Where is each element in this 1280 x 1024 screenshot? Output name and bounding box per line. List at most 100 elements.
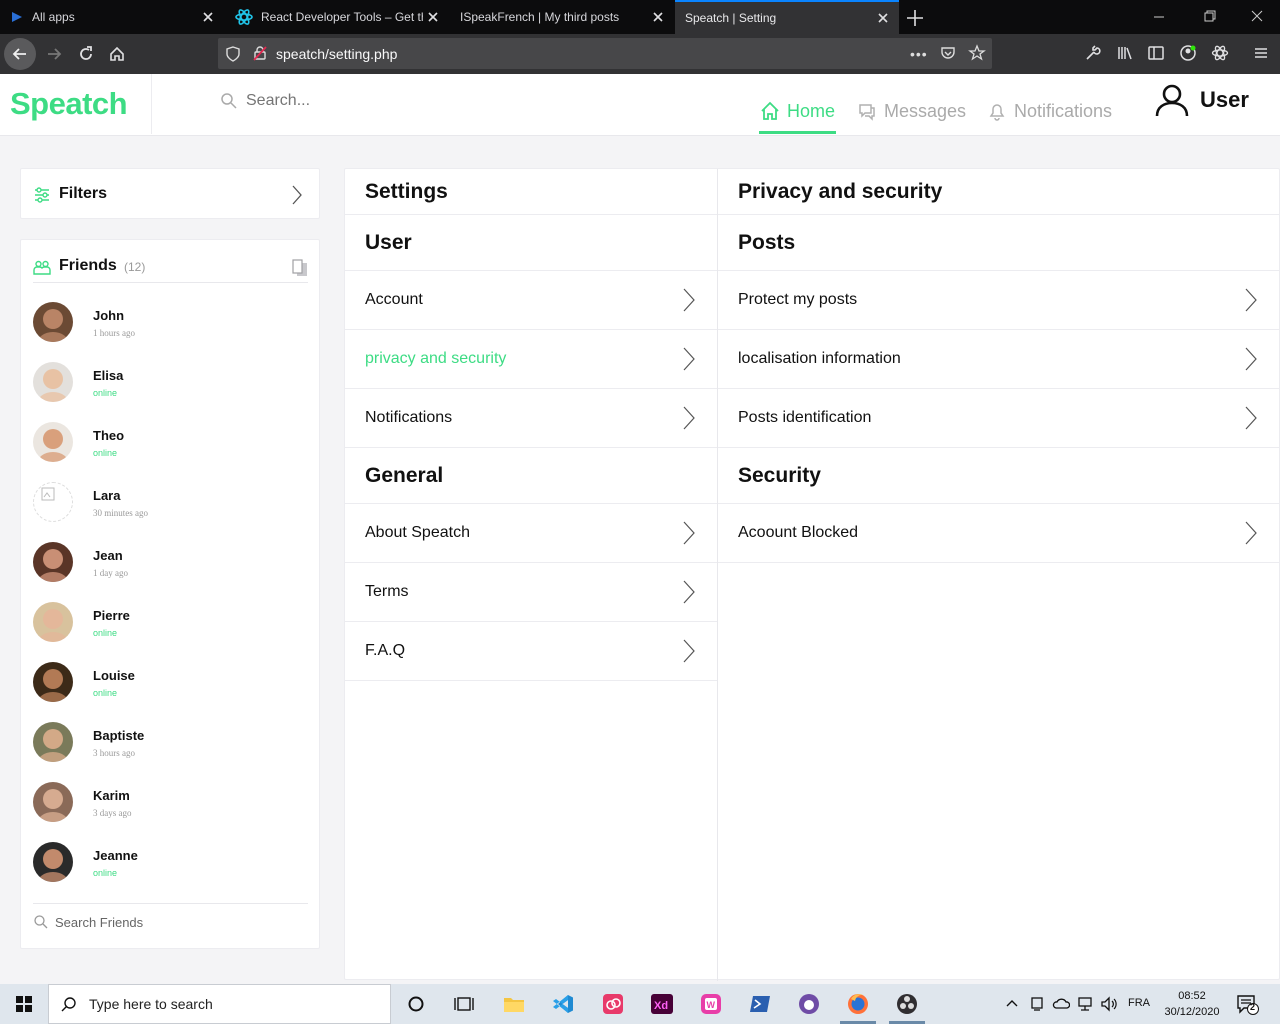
- react-extension-icon[interactable]: [1211, 44, 1229, 62]
- friend-item[interactable]: Jeanne online: [33, 842, 303, 902]
- settings-item-terms[interactable]: Terms: [345, 563, 717, 622]
- insecure-lock-icon[interactable]: [252, 45, 268, 61]
- settings-item-faq[interactable]: F.A.Q: [345, 622, 717, 681]
- settings-item-notifications[interactable]: Notifications: [345, 389, 717, 448]
- account-icon[interactable]: [1179, 44, 1197, 62]
- close-icon[interactable]: [423, 7, 443, 27]
- sidebar-toggle-icon[interactable]: [1147, 44, 1165, 62]
- settings-item-posts-identification[interactable]: Posts identification: [718, 389, 1279, 448]
- friend-name: Pierre: [93, 608, 130, 623]
- copy-icon[interactable]: [291, 259, 309, 277]
- home-icon[interactable]: [103, 40, 131, 68]
- onedrive-icon[interactable]: [1052, 996, 1070, 1010]
- logo[interactable]: Speatch: [10, 86, 128, 122]
- avatar[interactable]: [33, 542, 73, 582]
- window-close-button[interactable]: [1250, 9, 1264, 23]
- settings-item-protect-posts[interactable]: Protect my posts: [718, 271, 1279, 330]
- friend-item[interactable]: Elisa online: [33, 362, 303, 422]
- wamp-icon[interactable]: W: [687, 984, 735, 1024]
- nav-home[interactable]: Home: [759, 100, 835, 122]
- minimize-button[interactable]: [1152, 12, 1166, 22]
- obs-icon[interactable]: [883, 984, 931, 1024]
- friend-item[interactable]: Karim 3 days ago: [33, 782, 303, 842]
- volume-icon[interactable]: [1100, 996, 1118, 1012]
- settings-item-about[interactable]: About Speatch: [345, 504, 717, 563]
- friend-item[interactable]: Jean 1 day ago: [33, 542, 303, 602]
- close-icon[interactable]: [873, 8, 893, 28]
- close-icon[interactable]: [648, 7, 668, 27]
- nav-messages-label: Messages: [884, 100, 967, 121]
- home-icon: [759, 100, 787, 122]
- vscode-icon[interactable]: [539, 984, 587, 1024]
- shield-icon[interactable]: [226, 46, 240, 62]
- search-input[interactable]: [246, 92, 446, 110]
- settings-item-localisation[interactable]: localisation information: [718, 330, 1279, 389]
- friend-item[interactable]: Louise online: [33, 662, 303, 722]
- chevron-up-icon[interactable]: [1005, 997, 1019, 1009]
- tab-ispeakfrench[interactable]: ISpeakFrench | My third posts: [450, 0, 674, 34]
- avatar[interactable]: [33, 842, 73, 882]
- address-bar[interactable]: speatch/setting.php •••: [218, 38, 992, 69]
- clock[interactable]: 08:52 30/12/2020: [1160, 988, 1224, 1020]
- adobe-xd-icon[interactable]: Xd: [638, 984, 686, 1024]
- tab-all-apps[interactable]: All apps: [0, 0, 224, 34]
- avatar[interactable]: [33, 662, 73, 702]
- taskbar-search[interactable]: Type here to search: [48, 984, 391, 1024]
- new-tab-button[interactable]: [904, 7, 926, 29]
- forward-button[interactable]: [40, 40, 68, 68]
- wrench-icon[interactable]: [1084, 44, 1102, 62]
- active-nav-underline: [759, 131, 836, 134]
- filters-card[interactable]: Filters: [20, 168, 320, 219]
- reload-button[interactable]: [72, 40, 100, 68]
- network-icon[interactable]: [1077, 996, 1095, 1012]
- friend-name: Lara: [93, 488, 121, 503]
- friend-name: John: [93, 308, 125, 323]
- nav-notifications[interactable]: Notifications: [986, 100, 1112, 122]
- tab-react-devtools[interactable]: React Developer Tools – Get this Extensi…: [225, 0, 449, 34]
- pocket-icon[interactable]: [940, 45, 956, 61]
- bookmark-star-icon[interactable]: [968, 44, 986, 62]
- page-actions-icon[interactable]: •••: [910, 46, 928, 62]
- avatar[interactable]: [33, 722, 73, 762]
- back-button[interactable]: [4, 38, 36, 70]
- friend-name: Jean: [93, 548, 123, 563]
- friend-item[interactable]: Lara 30 minutes ago: [33, 482, 303, 542]
- device-icon[interactable]: [1030, 996, 1044, 1012]
- avatar[interactable]: [33, 782, 73, 822]
- avatar[interactable]: [33, 302, 73, 342]
- cortana-icon[interactable]: [392, 984, 440, 1024]
- tab-speatch-setting[interactable]: Speatch | Setting: [675, 0, 899, 34]
- github-desktop-icon[interactable]: [785, 984, 833, 1024]
- search-friends[interactable]: Search Friends: [33, 914, 143, 930]
- firefox-icon[interactable]: [834, 984, 882, 1024]
- app-header: Speatch Home Messages Notifications User: [0, 74, 1280, 136]
- powershell-icon[interactable]: [736, 984, 784, 1024]
- language-indicator[interactable]: FRA: [1128, 997, 1150, 1009]
- friend-item[interactable]: Pierre online: [33, 602, 303, 662]
- clock-date: 30/12/2020: [1164, 1006, 1220, 1018]
- settings-item-privacy-and-security[interactable]: privacy and security: [345, 330, 717, 389]
- friend-item[interactable]: John 1 hours ago: [33, 302, 303, 362]
- section-posts: Posts: [718, 215, 1279, 271]
- settings-item-account[interactable]: Account: [345, 271, 717, 330]
- library-icon[interactable]: [1116, 44, 1134, 62]
- close-icon[interactable]: [198, 7, 218, 27]
- menu-icon[interactable]: [1252, 44, 1270, 62]
- avatar[interactable]: [33, 482, 73, 522]
- creative-cloud-icon[interactable]: [589, 984, 637, 1024]
- avatar[interactable]: [33, 422, 73, 462]
- nav-messages[interactable]: Messages: [856, 100, 966, 122]
- start-button[interactable]: [0, 984, 48, 1024]
- avatar[interactable]: [33, 362, 73, 402]
- task-view-icon[interactable]: [440, 984, 488, 1024]
- user-name: User: [1200, 87, 1249, 112]
- settings-item-account-blocked[interactable]: Acoount Blocked: [718, 504, 1279, 563]
- action-center-icon[interactable]: [1236, 994, 1260, 1016]
- file-explorer-icon[interactable]: [490, 984, 538, 1024]
- search-box[interactable]: [220, 92, 446, 110]
- avatar[interactable]: [33, 602, 73, 642]
- user-menu[interactable]: User: [1154, 82, 1249, 118]
- friend-item[interactable]: Baptiste 3 hours ago: [33, 722, 303, 782]
- friend-item[interactable]: Theo online: [33, 422, 303, 482]
- restore-button[interactable]: [1203, 9, 1217, 23]
